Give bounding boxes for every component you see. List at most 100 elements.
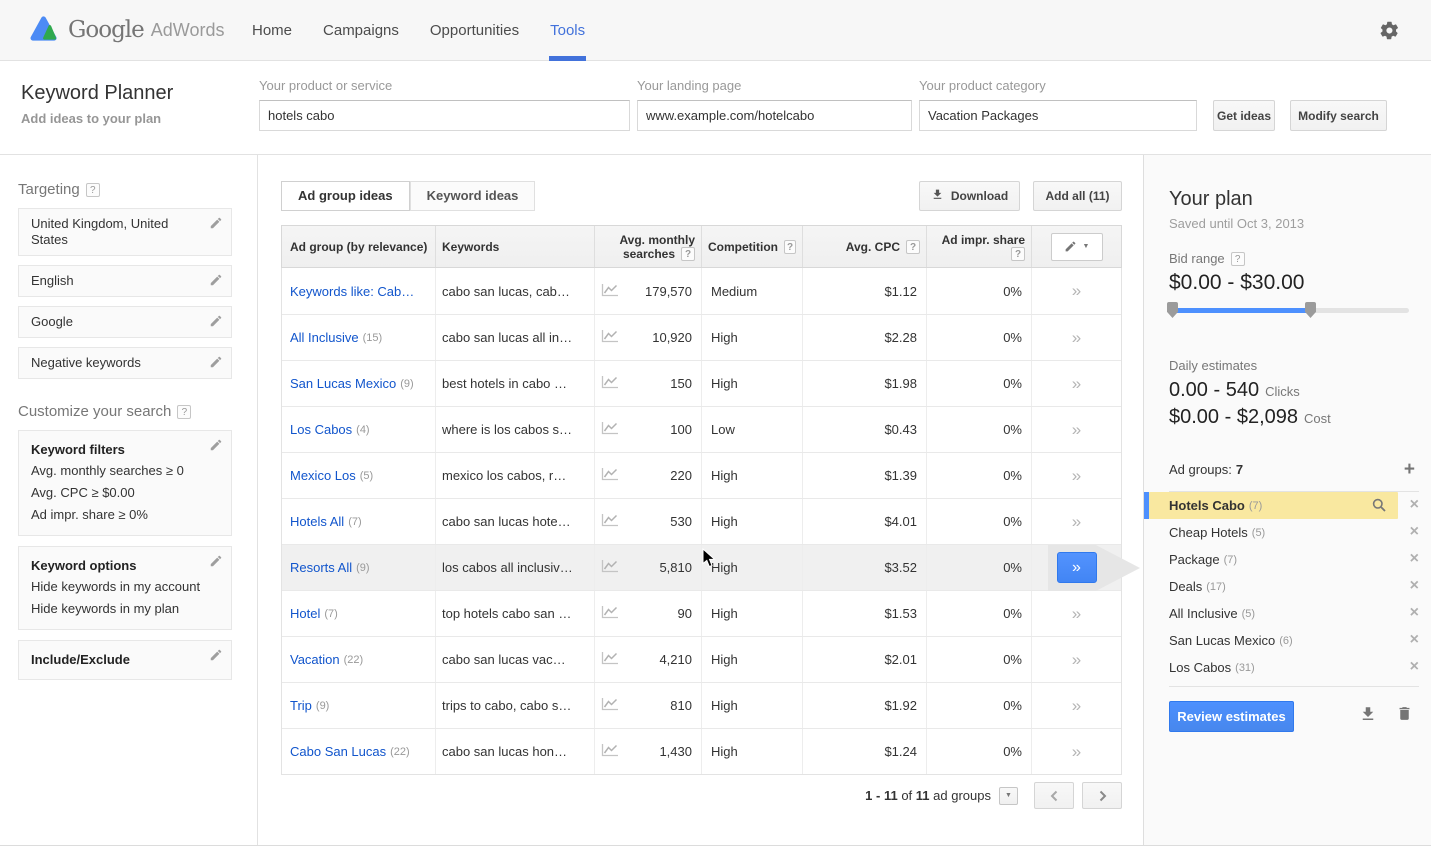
plan-ad-group-item[interactable]: Deals (17) × [1144, 573, 1431, 600]
edit-pencil-icon[interactable] [209, 438, 223, 452]
nav-item[interactable]: Tools [550, 0, 585, 61]
edit-columns-button[interactable]: ▼ [1051, 233, 1103, 261]
targeting-setting[interactable]: English [18, 265, 232, 297]
plan-ad-group-item[interactable]: Los Cabos (31) × [1144, 654, 1431, 681]
search-icon[interactable] [1372, 498, 1386, 512]
add-to-plan-chevron-icon[interactable]: » [1072, 466, 1081, 486]
add-to-plan-chevron-icon[interactable]: » [1072, 420, 1081, 440]
line-chart-icon[interactable] [601, 697, 619, 714]
plan-ad-group-item[interactable]: Package (7) × [1144, 546, 1431, 573]
avg-monthly-searches-cell: 5,810 [594, 545, 701, 590]
add-all-button[interactable]: Add all (11) [1033, 181, 1122, 211]
add-to-plan-chevron-icon[interactable]: » [1072, 512, 1081, 532]
ad-group-link[interactable]: Vacation [290, 652, 340, 667]
add-to-plan-button[interactable]: » [1057, 552, 1097, 583]
edit-pencil-icon[interactable] [209, 355, 223, 369]
targeting-setting[interactable]: United Kingdom, United States [18, 208, 232, 256]
line-chart-icon[interactable] [601, 513, 619, 530]
customize-card[interactable]: Keyword options Hide keywords in my acco… [18, 546, 232, 630]
plan-ad-group-item[interactable]: Hotels Cabo (7) × [1144, 492, 1431, 519]
help-icon[interactable]: ? [1011, 247, 1025, 261]
landing-page-input[interactable] [637, 100, 912, 131]
add-to-plan-chevron-icon[interactable]: » [1072, 328, 1081, 348]
customize-card[interactable]: Keyword filters Avg. monthly searches ≥ … [18, 430, 232, 536]
line-chart-icon[interactable] [601, 283, 619, 300]
line-chart-icon[interactable] [601, 651, 619, 668]
add-to-plan-chevron-icon[interactable]: » [1072, 281, 1081, 301]
ad-group-link[interactable]: Resorts All [290, 560, 352, 575]
plan-ad-group-item[interactable]: Cheap Hotels (5) × [1144, 519, 1431, 546]
plan-item-count: (7) [1249, 500, 1262, 512]
targeting-setting-label: Google [31, 314, 73, 329]
ad-group-link[interactable]: San Lucas Mexico [290, 376, 396, 391]
download-plan-icon[interactable] [1359, 705, 1377, 723]
settings-gear-icon[interactable] [1378, 20, 1400, 42]
get-ideas-button[interactable]: Get ideas [1213, 100, 1275, 131]
add-ad-group-plus-icon[interactable]: + [1404, 459, 1415, 481]
ad-group-link[interactable]: Hotels All [290, 514, 344, 529]
modify-search-button[interactable]: Modify search [1290, 100, 1387, 131]
add-to-plan-chevron-icon[interactable]: » [1072, 604, 1081, 624]
line-chart-icon[interactable] [601, 467, 619, 484]
add-to-plan-chevron-icon[interactable]: » [1072, 696, 1081, 716]
edit-pencil-icon[interactable] [209, 314, 223, 328]
close-icon[interactable]: × [1410, 577, 1419, 595]
line-chart-icon[interactable] [601, 743, 619, 760]
close-icon[interactable]: × [1410, 631, 1419, 649]
ad-group-link[interactable]: Los Cabos [290, 422, 352, 437]
customize-card[interactable]: Include/Exclude [18, 640, 232, 680]
competition-cell: High [701, 591, 802, 636]
line-chart-icon[interactable] [601, 329, 619, 346]
product-service-input[interactable] [259, 100, 630, 131]
plan-ad-group-item[interactable]: All Inclusive (5) × [1144, 600, 1431, 627]
edit-pencil-icon[interactable] [209, 648, 223, 662]
line-chart-icon[interactable] [601, 559, 619, 576]
ad-group-link[interactable]: Cabo San Lucas [290, 744, 386, 759]
slider-handle-min[interactable] [1167, 302, 1178, 318]
plan-ad-group-item[interactable]: San Lucas Mexico (6) × [1144, 627, 1431, 654]
page-size-dropdown[interactable]: ▼ [999, 787, 1018, 805]
close-icon[interactable]: × [1410, 523, 1419, 541]
google-adwords-logo[interactable]: Google AdWords [30, 14, 222, 46]
tab[interactable]: Ad group ideas [281, 181, 410, 211]
help-icon[interactable]: ? [906, 240, 920, 254]
nav-item[interactable]: Campaigns [323, 0, 399, 61]
close-icon[interactable]: × [1410, 496, 1419, 514]
ad-group-link[interactable]: Hotel [290, 606, 320, 621]
targeting-setting[interactable]: Negative keywords [18, 347, 232, 379]
nav-item[interactable]: Opportunities [430, 0, 519, 61]
previous-page-button[interactable] [1034, 782, 1074, 809]
add-to-plan-chevron-icon[interactable]: » [1072, 742, 1081, 762]
help-icon[interactable]: ? [86, 183, 100, 197]
edit-pencil-icon[interactable] [209, 273, 223, 287]
help-icon[interactable]: ? [681, 247, 695, 261]
targeting-setting[interactable]: Google [18, 306, 232, 338]
download-button[interactable]: Download [919, 181, 1020, 211]
slider-handle-max[interactable] [1305, 302, 1316, 318]
help-icon[interactable]: ? [784, 240, 796, 254]
edit-pencil-icon[interactable] [209, 216, 223, 230]
line-chart-icon[interactable] [601, 375, 619, 392]
trash-icon[interactable] [1396, 704, 1413, 723]
line-chart-icon[interactable] [601, 421, 619, 438]
bid-range-slider[interactable] [1169, 308, 1409, 313]
ad-group-link[interactable]: All Inclusive [290, 330, 359, 345]
add-to-plan-chevron-icon[interactable]: » [1072, 374, 1081, 394]
ad-group-link[interactable]: Mexico Los [290, 468, 356, 483]
help-icon[interactable]: ? [177, 405, 191, 419]
close-icon[interactable]: × [1410, 658, 1419, 676]
nav-item[interactable]: Home [252, 0, 292, 61]
add-to-plan-chevron-icon[interactable]: » [1072, 650, 1081, 670]
close-icon[interactable]: × [1410, 604, 1419, 622]
product-category-input[interactable] [919, 100, 1197, 131]
review-estimates-button[interactable]: Review estimates [1169, 701, 1294, 732]
help-icon[interactable]: ? [1231, 252, 1245, 266]
next-page-button[interactable] [1082, 782, 1122, 809]
edit-pencil-icon[interactable] [209, 554, 223, 568]
line-chart-icon[interactable] [601, 605, 619, 622]
tab[interactable]: Keyword ideas [410, 181, 536, 211]
ad-group-cell: Keywords like: Cab… [282, 268, 435, 314]
ad-group-link[interactable]: Trip [290, 698, 312, 713]
ad-group-link[interactable]: Keywords like: Cab… [290, 284, 414, 299]
close-icon[interactable]: × [1410, 550, 1419, 568]
